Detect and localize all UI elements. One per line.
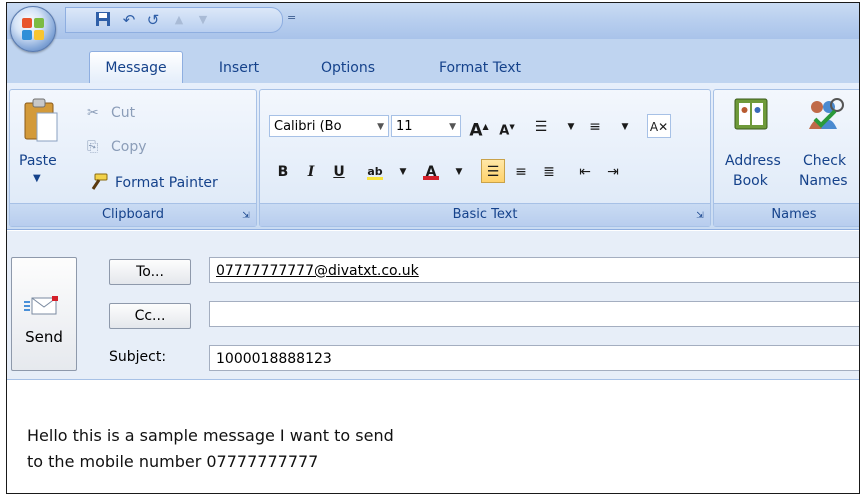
tab-insert[interactable]: Insert [203, 55, 275, 81]
bold-button[interactable]: B [271, 159, 295, 183]
message-body[interactable]: Hello this is a sample message I want to… [27, 423, 394, 475]
subject-label: Subject: [109, 349, 167, 365]
cc-button[interactable]: Cc... [109, 303, 191, 329]
cut-button[interactable]: Cut [111, 105, 135, 121]
address-book-label-2: Book [733, 173, 768, 189]
tab-message[interactable]: Message [89, 51, 183, 84]
basic-text-launcher-icon[interactable]: ⇲ [694, 210, 706, 222]
chevron-down-icon[interactable]: ▼ [391, 159, 415, 183]
paste-icon [24, 98, 58, 142]
customize-icon[interactable]: = [287, 11, 296, 24]
undo-icon[interactable]: ↶ [120, 11, 138, 29]
font-size-dropdown[interactable]: 11 ▼ [391, 115, 461, 137]
font-size-value: 11 [396, 119, 413, 134]
format-painter-button[interactable]: Format Painter [115, 175, 218, 191]
send-label: Send [25, 328, 63, 346]
names-group-label: Names [714, 203, 859, 226]
redo-icon[interactable]: ↺ [144, 11, 162, 29]
check-names-label-1: Check [803, 153, 847, 169]
decrease-indent-icon[interactable]: ⇤ [573, 159, 597, 183]
align-center-icon[interactable]: ≡ [509, 159, 533, 183]
office-button[interactable] [10, 6, 56, 52]
chevron-down-icon[interactable]: ▼ [613, 114, 637, 138]
check-names-icon [809, 98, 844, 129]
underline-button[interactable]: U [327, 159, 351, 183]
increase-indent-icon[interactable]: ⇥ [601, 159, 625, 183]
font-name-value: Calibri (Bo [274, 119, 342, 134]
shrink-font-icon[interactable]: A▼ [495, 114, 519, 138]
paste-label: Paste [19, 153, 57, 169]
tab-format-text[interactable]: Format Text [425, 55, 535, 81]
down-arrow-icon: ▼ [198, 13, 208, 26]
chevron-down-icon[interactable]: ▼ [447, 159, 471, 183]
body-line: to the mobile number 07777777777 [27, 452, 319, 471]
save-icon[interactable] [94, 11, 112, 29]
bullets-icon[interactable]: ☰ [529, 114, 553, 138]
address-book-icon [734, 98, 768, 130]
address-book-label-1: Address [725, 153, 781, 169]
send-button[interactable]: Send [11, 257, 77, 371]
chevron-down-icon: ▼ [449, 122, 456, 132]
copy-button[interactable]: Copy [111, 139, 147, 155]
align-right-icon[interactable]: ≣ [537, 159, 561, 183]
subject-field[interactable]: 1000018888123 [209, 345, 859, 371]
align-left-icon[interactable]: ☰ [481, 159, 505, 183]
styles-icon[interactable]: A✕ [647, 114, 671, 138]
format-painter-icon [91, 173, 108, 190]
to-button[interactable]: To... [109, 259, 191, 285]
send-icon [24, 296, 58, 315]
office-logo-icon [22, 18, 44, 40]
italic-button[interactable]: I [299, 159, 323, 183]
font-color-icon[interactable]: A [419, 159, 443, 183]
copy-icon: ⎘ [87, 139, 99, 155]
body-line: Hello this is a sample message I want to… [27, 426, 394, 445]
numbering-icon[interactable]: ≡ [583, 114, 607, 138]
clipboard-launcher-icon[interactable]: ⇲ [240, 210, 252, 222]
highlight-icon[interactable]: ab [363, 159, 387, 183]
chevron-down-icon[interactable]: ▼ [559, 114, 583, 138]
check-names-label-2: Names [799, 173, 848, 189]
chevron-down-icon: ▼ [33, 173, 41, 184]
chevron-down-icon: ▼ [377, 122, 384, 132]
up-arrow-icon: ▲ [174, 13, 184, 26]
quick-access-toolbar: ↶ ↺ ▲ ▼ [65, 7, 283, 33]
paste-button[interactable]: Paste ▼ [15, 95, 73, 199]
font-name-dropdown[interactable]: Calibri (Bo ▼ [269, 115, 389, 137]
clipboard-group-label: Clipboard [10, 203, 256, 226]
basic-text-group-label: Basic Text [260, 203, 710, 226]
tab-options[interactable]: Options [307, 55, 389, 81]
check-names-button[interactable]: Check Names [789, 95, 859, 199]
grow-font-icon[interactable]: A▲ [467, 114, 491, 141]
address-book-button[interactable]: Address Book [719, 95, 785, 199]
basic-text-group: Basic Text ⇲ [259, 89, 711, 227]
to-field[interactable]: 07777777777@divatxt.co.uk [209, 257, 859, 283]
outlook-message-window: ↶ ↺ ▲ ▼ = Message Insert Options Format … [6, 2, 860, 494]
cut-icon: ✂ [87, 105, 99, 121]
cc-field[interactable] [209, 301, 859, 327]
